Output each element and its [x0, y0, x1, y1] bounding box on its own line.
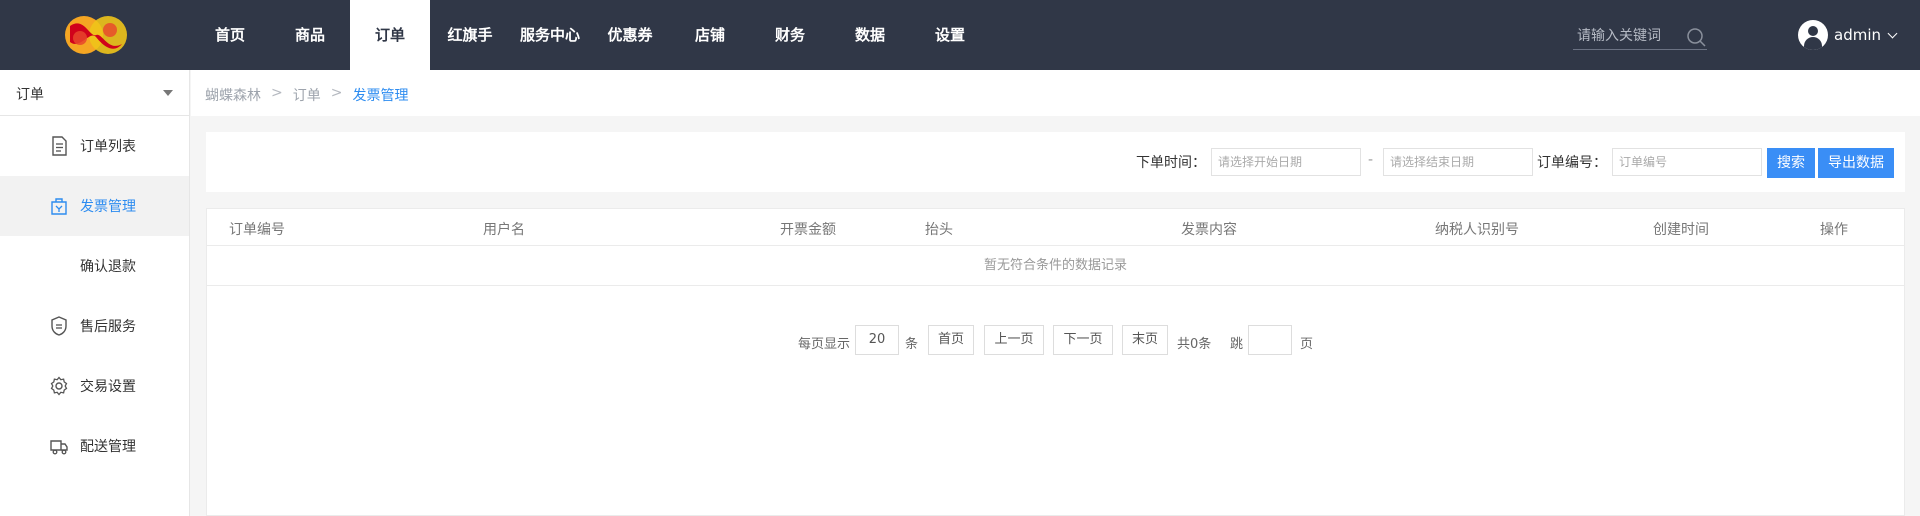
breadcrumb-bar: 蝴蝶森林 > 订单 > 发票管理: [191, 70, 1920, 116]
column-header: 纳税人识别号: [1435, 222, 1519, 238]
delivery-icon: [48, 435, 70, 457]
date-range-dash: -: [1368, 152, 1374, 168]
last-page-button[interactable]: 末页: [1122, 325, 1168, 355]
column-header: 抬头: [925, 222, 953, 238]
end-date-input[interactable]: 请选择结束日期: [1383, 148, 1533, 176]
per-page-label: 每页显示: [798, 337, 851, 352]
sidebar-item-5[interactable]: 配送管理: [0, 416, 189, 476]
start-date-input[interactable]: 请选择开始日期: [1211, 148, 1361, 176]
jump-page-input[interactable]: [1248, 325, 1292, 355]
gear-icon: [48, 375, 70, 397]
per-page-unit: 条: [905, 337, 919, 352]
column-header: 发票内容: [1181, 222, 1237, 238]
breadcrumb-current: 发票管理: [352, 88, 409, 104]
sidebar-item-label: 发票管理: [80, 199, 136, 215]
sidebar-item-label: 配送管理: [80, 439, 136, 455]
pagination: 每页显示 20 条 首页 上一页 下一页 末页 共0条 跳 页: [207, 325, 1904, 357]
caret-down-icon: [163, 90, 173, 96]
nav-item-1[interactable]: 商品: [270, 0, 350, 70]
sidebar-item-3[interactable]: 售后服务: [0, 296, 189, 356]
username: admin: [1834, 26, 1881, 44]
search-icon[interactable]: [1685, 26, 1707, 48]
search-input[interactable]: 请输入关键词: [1577, 25, 1661, 45]
per-page-input[interactable]: 20: [855, 325, 899, 355]
export-button[interactable]: 导出数据: [1818, 148, 1894, 178]
nav-item-2[interactable]: 订单: [350, 0, 430, 70]
order-no-label: 订单编号：: [1537, 155, 1607, 171]
nav-item-6[interactable]: 店铺: [670, 0, 750, 70]
sidebar-item-label: 订单列表: [80, 139, 136, 155]
column-header: 创建时间: [1653, 222, 1709, 238]
column-header: 开票金额: [780, 222, 836, 238]
shield-icon: [48, 315, 70, 337]
sidebar-item-label: 交易设置: [80, 379, 136, 395]
nav-item-9[interactable]: 设置: [910, 0, 990, 70]
top-navbar: 首页 商品 订单 红旗手 服务中心 优惠券 店铺 财务 数据 设置 请输入关键词 admin: [0, 0, 1920, 70]
table-header: 订单编号 用户名 开票金额 抬头 发票内容 纳税人识别号 创建时间 操作: [207, 209, 1904, 246]
brand-logo[interactable]: [60, 12, 132, 58]
chevron-down-icon: [1887, 28, 1898, 38]
main-nav: 首页 商品 订单 红旗手 服务中心 优惠券 店铺 财务 数据 设置: [190, 0, 990, 70]
nav-item-5[interactable]: 优惠券: [590, 0, 670, 70]
sidebar-item-4[interactable]: 交易设置: [0, 356, 189, 416]
sidebar: 订单 订单列表发票管理确认退款售后服务交易设置配送管理: [0, 70, 190, 516]
avatar: [1798, 20, 1828, 50]
nav-item-7[interactable]: 财务: [750, 0, 830, 70]
sidebar-item-2[interactable]: 确认退款: [0, 236, 189, 296]
jump-label: 跳: [1230, 337, 1244, 352]
search-button[interactable]: 搜索: [1767, 148, 1815, 178]
sidebar-item-label: 确认退款: [80, 259, 136, 275]
total-count: 共0条: [1177, 337, 1212, 352]
order-time-label: 下单时间：: [1136, 155, 1206, 171]
page-unit: 页: [1300, 337, 1314, 352]
user-menu[interactable]: admin: [1798, 20, 1898, 50]
column-header: 用户名: [483, 222, 525, 238]
first-page-button[interactable]: 首页: [928, 325, 974, 355]
document-icon: [48, 135, 70, 157]
breadcrumb: 蝴蝶森林 > 订单 > 发票管理: [205, 85, 408, 105]
breadcrumb-separator: >: [330, 85, 343, 101]
breadcrumb-separator: >: [271, 85, 283, 101]
column-header: 订单编号: [229, 222, 285, 238]
breadcrumb-item[interactable]: 订单: [293, 85, 321, 105]
sidebar-item-1[interactable]: 发票管理: [0, 176, 189, 236]
sidebar-header-label: 订单: [16, 87, 44, 103]
order-no-input[interactable]: 订单编号: [1612, 148, 1762, 176]
nav-item-3[interactable]: 红旗手: [430, 0, 510, 70]
sidebar-item-label: 售后服务: [80, 319, 136, 335]
empty-state: 暂无符合条件的数据记录: [207, 246, 1904, 286]
nav-item-0[interactable]: 首页: [190, 0, 270, 70]
filter-bar: 下单时间： 请选择开始日期 - 请选择结束日期 订单编号： 订单编号 搜索 导出…: [206, 132, 1905, 192]
prev-page-button[interactable]: 上一页: [984, 325, 1044, 355]
invoice-icon: [48, 195, 70, 217]
sidebar-item-0[interactable]: 订单列表: [0, 116, 189, 176]
nav-item-4[interactable]: 服务中心: [510, 0, 590, 70]
sidebar-header[interactable]: 订单: [0, 70, 189, 116]
column-header: 操作: [1820, 222, 1848, 238]
search-box[interactable]: 请输入关键词: [1573, 22, 1707, 50]
breadcrumb-item[interactable]: 蝴蝶森林: [205, 85, 261, 105]
invoice-table: 订单编号 用户名 开票金额 抬头 发票内容 纳税人识别号 创建时间 操作 暂无符合条件的数据记…: [206, 208, 1905, 516]
nav-item-8[interactable]: 数据: [830, 0, 910, 70]
next-page-button[interactable]: 下一页: [1053, 325, 1113, 355]
